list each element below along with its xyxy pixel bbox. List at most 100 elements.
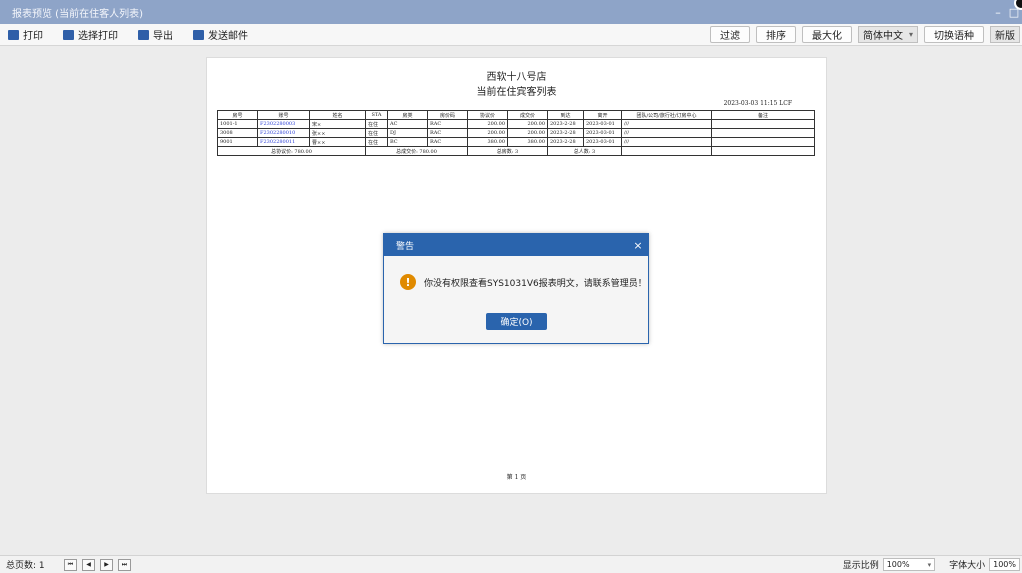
printer-icon [8,29,19,40]
total-empty [621,146,712,156]
guest-table: 房号 账号 姓名 STA 房类 房价码 协议价 成交价 到达 离开 团队/公司/… [217,110,815,156]
export-button[interactable]: 导出 [138,27,173,42]
font-size-select[interactable]: 100% [989,558,1020,571]
dialog-header: 警告 × [384,234,648,256]
warning-icon: ! [400,274,416,290]
cell-deal: 200.00 [507,119,548,129]
table-row: 3008 F2302280010 张×× 在住 DJ RAC 200.00 20… [217,128,815,138]
font-size-value: 100% [993,560,1016,569]
cell-agreed: 380.00 [467,137,508,147]
select-print-button[interactable]: 选择打印 [63,27,118,42]
cell-account-link[interactable]: F2302280010 [257,128,310,138]
chevron-down-icon: ▾ [927,560,932,569]
select-print-label: 选择打印 [78,31,118,42]
cell-remark [711,137,815,147]
report-subtitle: 当前在住宾客列表 [476,87,557,98]
col-roomtype: 房类 [387,110,428,120]
table-row: 1001-1 F2302280003 宋× 在住 AC RAC 200.00 2… [217,119,815,129]
font-select[interactable]: 新版 [990,26,1020,43]
cell-ratecode: RAC [427,128,468,138]
table-row: 9001 F2302280011 曹×× 在住 BC RAC 380.00 38… [217,137,815,147]
filter-button[interactable]: 过滤 [709,26,750,43]
close-icon[interactable]: × [628,239,648,252]
col-room: 房号 [217,110,258,120]
cell-account-link[interactable]: F2302280011 [257,137,310,147]
col-depart: 离开 [583,110,622,120]
cell-depart: 2023-03-01 [583,137,622,147]
last-page-button[interactable]: ⏭ [118,558,131,571]
cell-remark [711,128,815,138]
report-date: 2023-03-03 11:15 LCF [723,100,792,107]
cell-depart: 2023-03-01 [583,128,622,138]
col-name: 姓名 [309,110,366,120]
totals-row: 总协议价: 780.00 总成交价: 780.00 总房数: 3 总人数: 3 [217,146,815,156]
cell-ratecode: RAC [427,119,468,129]
cell-ratecode: RAC [427,137,468,147]
print-label: 打印 [23,31,43,42]
send-mail-button[interactable]: 发送邮件 [193,27,248,42]
first-page-button[interactable]: ⏮ [64,558,77,571]
cell-agreed: 200.00 [467,119,508,129]
col-arrive: 到达 [547,110,584,120]
select-printer-icon [63,29,74,40]
cell-room: 1001-1 [217,119,258,129]
cell-arrive: 2023-2-28 [547,137,584,147]
minimize-button[interactable]: – [990,6,1006,19]
col-ratecode: 房价码 [427,110,468,120]
cell-account-link[interactable]: F2302280003 [257,119,310,129]
cell-name: 张×× [309,128,366,138]
cell-arrive: 2023-2-28 [547,119,584,129]
total-deal: 总成交价: 780.00 [365,146,468,156]
warning-dialog: 警告 × ! 你没有权限查看SYS1031V6报表明文，请联系管理员！ 确定(O… [383,233,649,344]
col-group: 团队/公司/旅行社/订房中心 [621,110,712,120]
page-number: 第 1 页 [506,474,527,481]
col-account: 账号 [257,110,310,120]
cell-group: /// [621,137,712,147]
cell-group: /// [621,119,712,129]
window-titlebar: 报表预览 (当前在住客人列表) – □ [0,0,1022,24]
cell-roomtype: DJ [387,128,428,138]
dialog-message: 你没有权限查看SYS1031V6报表明文，请联系管理员！ [424,278,647,289]
sort-button[interactable]: 排序 [755,26,796,43]
cell-sta: 在住 [365,128,388,138]
cell-arrive: 2023-2-28 [547,128,584,138]
print-button[interactable]: 打印 [8,27,43,42]
cell-room: 3008 [217,128,258,138]
zoom-select[interactable]: 100% ▾ [882,558,936,571]
cell-room: 9001 [217,137,258,147]
cell-name: 宋× [309,119,366,129]
col-deal: 成交价 [507,110,548,120]
cell-roomtype: BC [387,137,428,147]
cell-roomtype: AC [387,119,428,129]
maximize-report-button[interactable]: 最大化 [801,26,852,43]
mail-icon [193,29,204,40]
ok-button[interactable]: 确定(O) [486,313,547,330]
switch-language-button[interactable]: 切换语种 [924,26,984,43]
total-empty [711,146,815,156]
col-sta: STA [365,110,388,120]
export-icon [138,29,149,40]
cell-sta: 在住 [365,137,388,147]
col-remark: 备注 [711,110,815,120]
cell-agreed: 200.00 [467,128,508,138]
col-agreed: 协议价 [467,110,508,120]
language-value: 简体中文 [862,31,903,42]
total-agreed: 总协议价: 780.00 [217,146,366,156]
total-pages: 总页数: 1 [6,561,45,571]
cell-deal: 380.00 [507,137,548,147]
zoom-value: 100% [886,560,910,569]
cell-deal: 200.00 [507,128,548,138]
status-bar: 总页数: 1 ⏮ ◀ ▶ ⏭ 显示比例 100% ▾ 字体大小 100% [0,555,1022,573]
font-value: 新版 [995,31,1015,42]
cell-depart: 2023-03-01 [583,119,622,129]
report-title: 西软十八号店 [486,72,547,83]
window-title: 报表预览 (当前在住客人列表) [12,8,143,20]
dialog-title: 警告 [396,241,415,252]
zoom-label: 显示比例 [842,561,879,571]
language-select[interactable]: 简体中文 ▾ [857,26,918,43]
dialog-body: ! 你没有权限查看SYS1031V6报表明文，请联系管理员！ [400,274,647,290]
cell-name: 曹×× [309,137,366,147]
prev-page-button[interactable]: ◀ [82,558,95,571]
cell-remark [711,119,815,129]
next-page-button[interactable]: ▶ [100,558,113,571]
